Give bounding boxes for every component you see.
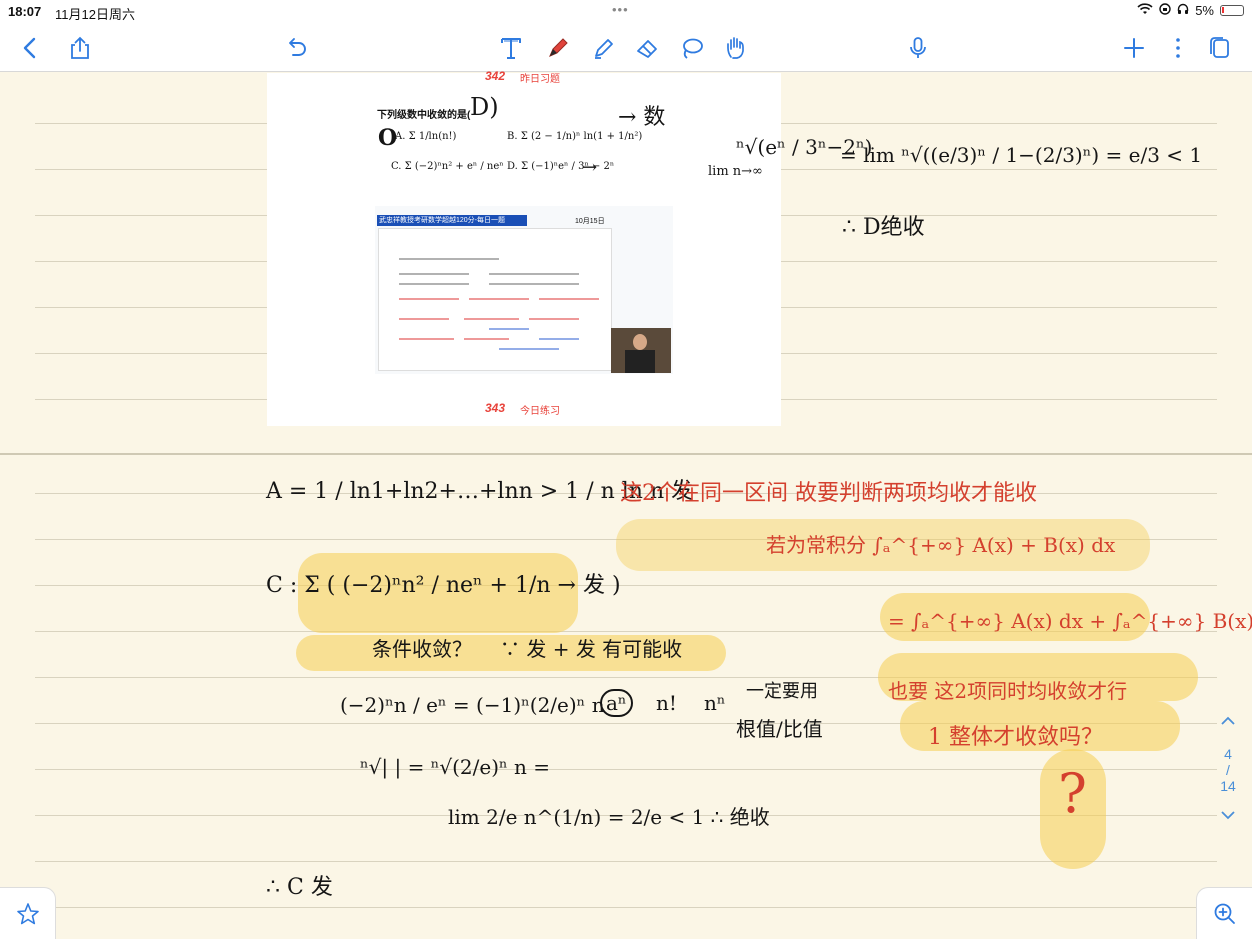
pen-tool-button[interactable] (542, 32, 574, 64)
multitask-dots-icon[interactable]: ••• (612, 2, 629, 17)
back-button[interactable] (14, 32, 46, 64)
battery-icon (1220, 5, 1244, 16)
video-date: 10月15日 (575, 218, 605, 225)
c-note-1: 一定要用 (746, 681, 818, 702)
arrow-note: → 数 (618, 105, 666, 130)
undo-icon (289, 38, 306, 56)
mark-d: D) (470, 93, 499, 121)
video-banner: 武忠祥教授考研数学超越120分-每日一题 (377, 215, 527, 226)
share-icon (71, 36, 89, 59)
d-conclusion: ∴ D绝收 (842, 215, 925, 240)
arrow-d: → (582, 157, 598, 178)
c-n-factorial: n! (656, 691, 677, 715)
more-vertical-icon (1176, 38, 1180, 58)
red-note-2: 若为常积分 ∫ₐ^{+∞} A(x) + B(x) dx (766, 533, 1116, 557)
more-button[interactable] (1162, 32, 1194, 64)
page-divider (0, 453, 1252, 455)
status-bar: 18:07 11月12日周六 ••• 5% (0, 0, 1252, 24)
headphones-icon (1177, 3, 1189, 18)
status-time: 18:07 (8, 4, 42, 19)
c-conclusion: ∴ C 发 (266, 875, 333, 900)
d-equation: = lim ⁿ√((e/3)ⁿ / 1−(2/3)ⁿ) = e/3 < 1 (840, 143, 1203, 167)
chevron-up-icon[interactable] (1204, 710, 1252, 732)
c-root: ⁿ√| | = ⁿ√(2/e)ⁿ n = (360, 755, 551, 779)
video-snapshot[interactable]: 武忠祥教授考研数学超越120分-每日一题 10月15日 (375, 206, 673, 374)
red-note-1: 这2个在同一区间 故要判断两项均收才能收 (620, 481, 1037, 506)
status-date: 11月12日周六 (55, 7, 135, 22)
pen-icon (549, 38, 568, 57)
slide-scribbles (399, 258, 599, 350)
eraser-icon (637, 40, 657, 58)
microphone-icon (910, 37, 926, 58)
rotation-lock-icon (1159, 3, 1171, 18)
eraser-tool-button[interactable] (632, 32, 664, 64)
red-note-5: 1 整体才收敛吗？ (928, 725, 1103, 750)
question-text: 下列级数中收敛的是( (377, 110, 471, 121)
c-n-power: nⁿ (704, 691, 726, 715)
presenter-image (611, 328, 671, 373)
problem-number-top: 342 (485, 69, 506, 83)
c-limit: lim 2/e n^(1/n) = 2/e < 1 ∴ 绝收 (448, 805, 770, 829)
share-button[interactable] (64, 32, 96, 64)
option-c: C. Σ (−2)ⁿn² + eⁿ / neⁿ (391, 161, 504, 172)
page-total: 14 (1220, 778, 1236, 794)
status-right: 5% (1137, 3, 1244, 18)
page-separator: / (1226, 762, 1230, 778)
text-tool-icon (501, 38, 521, 59)
red-note-3: = ∫ₐ^{+∞} A(x) dx + ∫ₐ^{+∞} B(x) dx (888, 609, 1252, 633)
red-question-mark: ? (1058, 762, 1087, 825)
hand-icon (727, 37, 744, 59)
c-note-2: 根值/比值 (736, 717, 823, 741)
c-line: C : Σ ( (−2)ⁿn² / neⁿ + 1/n → 发 ) (266, 573, 621, 598)
chevron-down-icon[interactable] (1204, 804, 1252, 826)
d-lim: lim n→∞ (708, 164, 763, 179)
wifi-icon (1137, 3, 1153, 18)
notebook-page[interactable]: 342 昨日习题 下列级数中收敛的是( A. Σ 1/ln(n!) B. Σ (… (0, 69, 1252, 939)
c-fraction: (−2)ⁿn / eⁿ = (−1)ⁿ(2/e)ⁿ n (340, 693, 605, 717)
star-icon (16, 902, 39, 924)
zoom-in-icon (1214, 903, 1235, 924)
pages-button[interactable] (1204, 32, 1236, 64)
pages-icon (1210, 37, 1229, 58)
highlighter-tool-button[interactable] (588, 32, 620, 64)
hand-tool-button[interactable] (720, 32, 752, 64)
problem-label-bottom: 今日练习 (520, 406, 560, 417)
c-circled-a: aⁿ (600, 689, 633, 717)
text-tool-button[interactable] (495, 32, 527, 64)
undo-button[interactable] (280, 32, 312, 64)
toolbar (0, 24, 1252, 72)
lasso-tool-button[interactable] (676, 32, 708, 64)
notes-app: 18:07 11月12日周六 ••• 5% 342 昨日习题 下列级数中收敛的是… (0, 0, 1252, 939)
c-condition: 条件收敛？ (372, 637, 472, 661)
zoom-button[interactable] (1196, 887, 1252, 939)
problem-number-bottom: 343 (485, 401, 506, 415)
problem-label-top: 昨日习题 (520, 74, 560, 85)
mark-o: O (378, 125, 398, 151)
option-a: A. Σ 1/ln(n!) (395, 131, 457, 142)
battery-percent: 5% (1195, 3, 1214, 18)
microphone-button[interactable] (902, 32, 934, 64)
highlighter-icon (595, 39, 613, 59)
c-reason: ∵ 发 + 发 有可能收 (500, 637, 683, 661)
page-indicator: 4 / 14 (1204, 710, 1252, 826)
option-b: B. Σ (2 − 1/n)ⁿ ln(1 + 1/n²) (507, 131, 643, 142)
video-slide (378, 228, 612, 371)
add-button[interactable] (1118, 32, 1150, 64)
chevron-left-icon (23, 37, 36, 59)
option-d: D. Σ (−1)ⁿeⁿ / 3ⁿ − 2ⁿ (507, 161, 615, 172)
lasso-icon (683, 38, 703, 59)
page-current: 4 (1224, 746, 1232, 762)
plus-icon (1124, 38, 1144, 58)
favorite-button[interactable] (0, 887, 56, 939)
red-note-4: 也要 这2项同时均收敛才行 (888, 679, 1128, 703)
